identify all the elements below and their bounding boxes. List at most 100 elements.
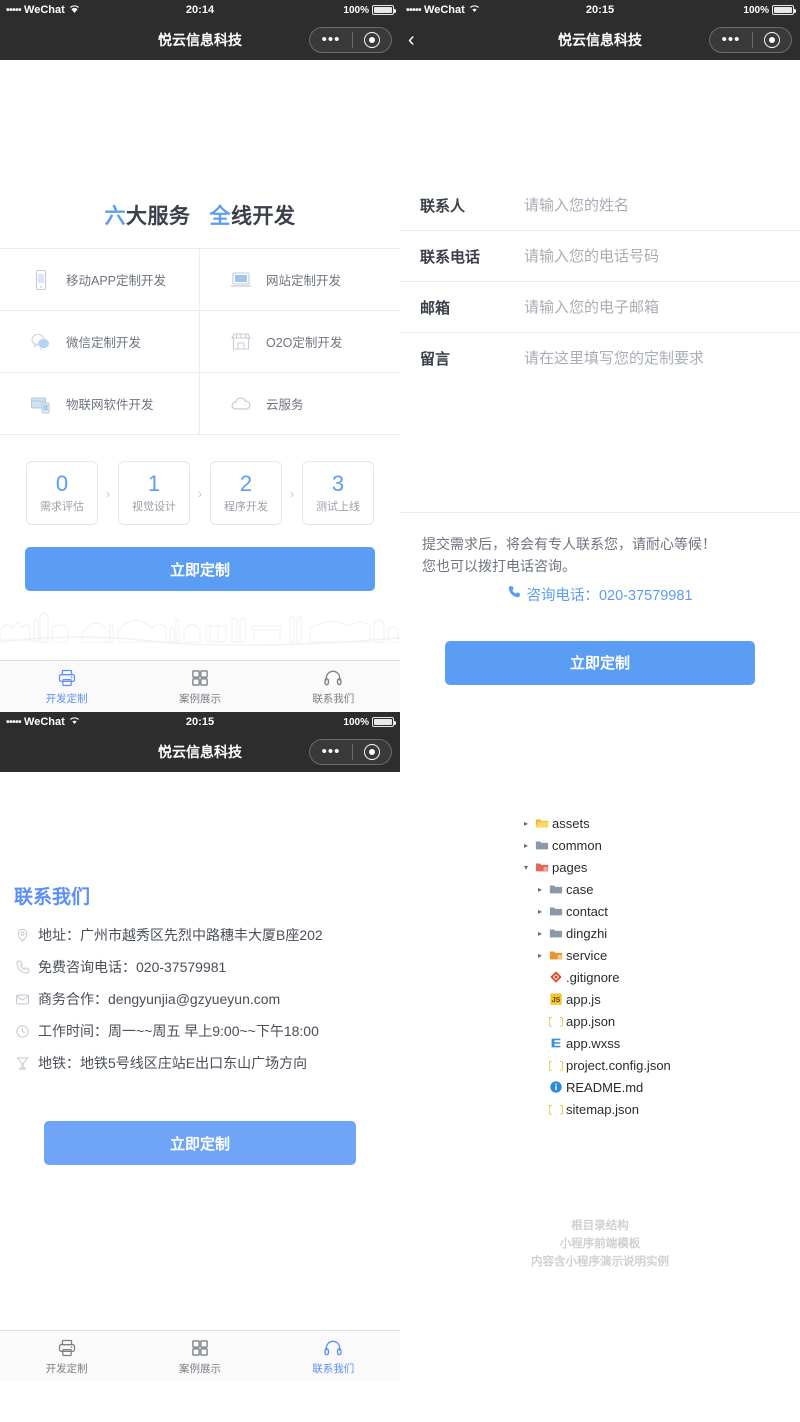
tree-row-appjs[interactable]: JS app.js: [520, 988, 800, 1010]
step-label: 测试上线: [316, 501, 360, 514]
tab-cases[interactable]: 案例展示: [133, 661, 266, 712]
tree-row-dingzhi[interactable]: ▸ dingzhi: [520, 922, 800, 944]
chevron-right-icon[interactable]: ▸: [534, 951, 546, 960]
form-row-name[interactable]: 联系人 请输入您的姓名: [400, 180, 800, 231]
phone-input[interactable]: 请输入您的电话号码: [524, 245, 800, 266]
step-item[interactable]: 1 视觉设计: [118, 461, 190, 525]
chevron-right-icon[interactable]: ▸: [520, 841, 532, 850]
chevron-right-icon: ›: [289, 485, 295, 501]
consult-phone-link[interactable]: 咨询电话：020-37579981: [400, 584, 800, 605]
service-item-website[interactable]: 网站定制开发: [200, 249, 400, 311]
target-circle-icon[interactable]: [353, 32, 391, 48]
tab-development[interactable]: 开发定制: [0, 661, 133, 712]
tree-row-projectconfig[interactable]: { } project.config.json: [520, 1054, 800, 1076]
tree-row-sitemap[interactable]: { } sitemap.json: [520, 1098, 800, 1120]
form-row-email[interactable]: 邮箱 请输入您的电子邮箱: [400, 282, 800, 333]
info-icon: [546, 1080, 566, 1094]
phone-panel-contact: ••••• WeChat 20:15 100% 悦云信息科技 ••• 联系我们: [0, 712, 400, 1422]
more-dots-icon[interactable]: •••: [310, 28, 352, 52]
target-circle-icon[interactable]: [353, 744, 391, 760]
section-title: 六大服务 全线开发: [0, 60, 400, 230]
chevron-left-icon[interactable]: ‹: [408, 30, 432, 50]
tab-contact[interactable]: 联系我们: [267, 1331, 400, 1382]
wechat-capsule[interactable]: •••: [309, 739, 392, 765]
title-rest-1: 大服务: [125, 205, 191, 228]
carrier-label: WeChat: [424, 4, 465, 16]
service-item-o2o[interactable]: O2O定制开发: [200, 311, 400, 373]
service-item-wechat[interactable]: 微信定制开发: [0, 311, 200, 373]
carrier-label: WeChat: [24, 4, 65, 16]
tree-row-appjson[interactable]: { } app.json: [520, 1010, 800, 1032]
tree-row-contact[interactable]: ▸ contact: [520, 900, 800, 922]
name-input[interactable]: 请输入您的姓名: [524, 194, 800, 215]
tab-label: 案例展示: [178, 692, 221, 705]
step-item[interactable]: 0 需求评估: [26, 461, 98, 525]
watermark-line-1: 根目录结构: [571, 1220, 629, 1232]
git-icon: [546, 970, 566, 984]
wifi-icon: [69, 716, 80, 728]
status-bar: ••••• WeChat 20:15 100%: [400, 0, 800, 20]
grid-squares-icon: [190, 668, 210, 688]
contact-item-phone: 免费咨询电话：020-37579981: [0, 951, 400, 983]
customize-now-button[interactable]: 立即定制: [25, 547, 375, 591]
step-item[interactable]: 2 程序开发: [210, 461, 282, 525]
tree-row-appwxss[interactable]: app.wxss: [520, 1032, 800, 1054]
battery-icon: [372, 5, 396, 15]
tab-label: 开发定制: [45, 692, 88, 705]
title-rest-2: 线开发: [231, 205, 296, 228]
email-input[interactable]: 请输入您的电子邮箱: [524, 296, 800, 317]
contact-text: 地址：广州市越秀区先烈中路穗丰大厦B座202: [38, 927, 323, 943]
file-tree-rows: ▸ assets ▸ common ▾ pages ▸ case ▸ conta…: [400, 800, 800, 1120]
customize-now-button[interactable]: 立即定制: [445, 640, 755, 685]
wechat-capsule[interactable]: •••: [709, 27, 792, 53]
customize-now-button[interactable]: 立即定制: [44, 1121, 356, 1165]
form-row-phone[interactable]: 联系电话 请输入您的电话号码: [400, 231, 800, 282]
more-dots-icon[interactable]: •••: [710, 28, 752, 52]
service-label: 网站定制开发: [266, 274, 342, 288]
service-item-iot[interactable]: 物联网软件开发: [0, 373, 200, 435]
tree-row-service[interactable]: ▸ service: [520, 944, 800, 966]
wechat-bubble-icon: [28, 329, 54, 355]
service-item-cloud[interactable]: 云服务: [200, 373, 400, 435]
laptop-icon: [228, 267, 254, 293]
status-left: ••••• WeChat: [6, 716, 80, 728]
target-circle-icon[interactable]: [753, 32, 791, 48]
tree-row-common[interactable]: ▸ common: [520, 834, 800, 856]
tree-row-readme[interactable]: README.md: [520, 1076, 800, 1098]
signal-dots-icon: •••••: [6, 4, 22, 16]
tree-row-case[interactable]: ▸ case: [520, 878, 800, 900]
printer-custom-icon: [57, 1338, 77, 1358]
step-label: 视觉设计: [132, 501, 176, 514]
headset-icon: [323, 668, 343, 688]
service-item-mobile-app[interactable]: 移动APP定制开发: [0, 249, 200, 311]
tree-row-assets[interactable]: ▸ assets: [520, 812, 800, 834]
status-right: 100%: [343, 717, 396, 728]
json-icon: { }: [546, 1058, 566, 1073]
tab-development[interactable]: 开发定制: [0, 1331, 133, 1382]
field-label: 留言: [420, 351, 451, 368]
chevron-right-icon[interactable]: ▸: [534, 929, 546, 938]
battery-icon: [772, 5, 796, 15]
tab-contact[interactable]: 联系我们: [267, 661, 400, 712]
tree-item-name: app.wxss: [566, 1035, 621, 1051]
tree-row-pages[interactable]: ▾ pages: [520, 856, 800, 878]
city-skyline-illustration: [0, 612, 400, 646]
step-item[interactable]: 3 测试上线: [302, 461, 374, 525]
wechat-capsule[interactable]: •••: [309, 27, 392, 53]
more-dots-icon[interactable]: •••: [310, 740, 352, 764]
chevron-right-icon[interactable]: ▸: [520, 819, 532, 828]
project-file-tree: ▸ assets ▸ common ▾ pages ▸ case ▸ conta…: [400, 800, 800, 1422]
chevron-right-icon[interactable]: ▸: [534, 907, 546, 916]
chevron-right-icon[interactable]: ▸: [534, 885, 546, 894]
contact-text: 商务合作：dengyunjia@gzyueyun.com: [38, 991, 281, 1007]
step-number: 1: [147, 470, 161, 496]
chevron-down-icon[interactable]: ▾: [520, 863, 532, 872]
message-textarea[interactable]: 请在这里填写您的定制要求: [524, 347, 800, 368]
form-row-message[interactable]: 留言 请在这里填写您的定制要求: [400, 333, 800, 513]
carrier-label: WeChat: [24, 716, 65, 728]
svg-text:{ }: { }: [549, 1105, 563, 1117]
tree-row-gitignore[interactable]: .gitignore: [520, 966, 800, 988]
css-icon: [546, 1036, 566, 1050]
tab-cases[interactable]: 案例展示: [133, 1331, 266, 1382]
service-label: O2O定制开发: [266, 336, 343, 350]
